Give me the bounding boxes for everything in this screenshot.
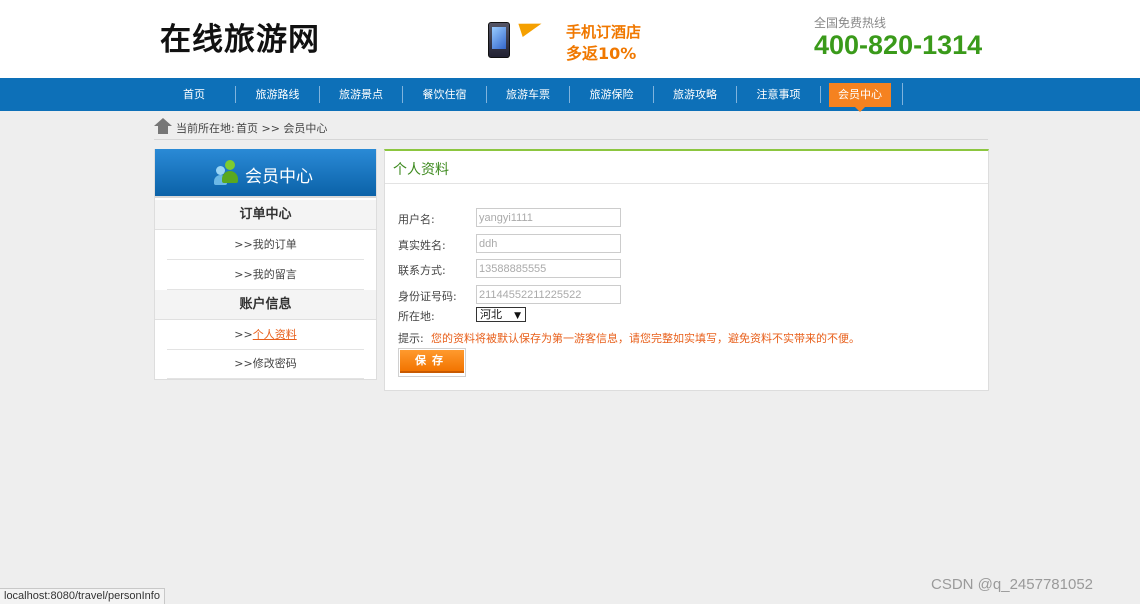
link-prefix: >>: [234, 268, 253, 281]
nav-item-insurance[interactable]: 旅游保险: [571, 78, 654, 111]
panel-title: 个人资料: [393, 162, 449, 178]
mobile-hotel-promo[interactable]: 手机订酒店 多返10%: [484, 16, 664, 64]
nav-item-travel-routes[interactable]: 旅游路线: [237, 78, 320, 111]
real-name-label: 真实姓名:: [398, 239, 446, 252]
status-bar-url: localhost:8080/travel/personInfo: [0, 588, 165, 604]
nav-item-member-center[interactable]: 会员中心: [829, 83, 903, 112]
personal-info-panel: 个人资料 用户名: 真实姓名: 联系方式: 身份证号码: 所在地: 河北 ▼ 提…: [384, 149, 989, 391]
contact-input[interactable]: [476, 259, 621, 278]
hotline-label: 全国免费热线: [814, 16, 887, 30]
promo-subline: 多返10%: [566, 44, 637, 63]
sidebar-link-my-orders[interactable]: >>我的订单: [167, 230, 364, 260]
tip-label: 提示:: [398, 332, 424, 345]
location-select[interactable]: 河北 ▼: [476, 307, 526, 322]
sidebar-header: 会员中心: [155, 149, 376, 198]
mobile-phone-icon: [488, 22, 510, 58]
sidebar-section-orders: 订单中心: [155, 200, 376, 230]
watermark: CSDN @q_2457781052: [931, 576, 1094, 593]
sidebar-link-change-password[interactable]: >>修改密码: [167, 349, 364, 379]
nav-item-dining-lodging[interactable]: 餐饮住宿: [404, 78, 487, 111]
id-number-label: 身份证号码:: [398, 290, 457, 303]
breadcrumb-label: 当前所在地:: [176, 122, 235, 135]
site-header: 在线旅游网 手机订酒店 多返10% 全国免费热线 400-820-1314: [0, 0, 1140, 78]
promo-headline: 手机订酒店: [566, 23, 642, 41]
sidebar-link-personal-info[interactable]: >>个人资料: [167, 320, 364, 350]
nav-item-guides[interactable]: 旅游攻略: [654, 78, 737, 111]
breadcrumb-trail[interactable]: 首页 >> 会员中心: [236, 120, 327, 136]
sidebar-link-label: 我的订单: [252, 238, 297, 251]
username-input[interactable]: [476, 208, 621, 227]
members-icon: [214, 160, 239, 186]
sidebar-title: 会员中心: [245, 167, 313, 187]
panel-header: 个人资料: [385, 151, 988, 184]
location-selected-value: 河北: [480, 308, 502, 321]
sidebar-link-my-messages[interactable]: >>我的留言: [167, 260, 364, 290]
member-sidebar: 会员中心 订单中心 >>我的订单 >>我的留言 账户信息 >>个人资料 >>修改…: [154, 149, 377, 380]
link-prefix: >>: [234, 357, 253, 370]
id-number-input[interactable]: [476, 285, 621, 304]
contact-label: 联系方式:: [398, 264, 446, 277]
link-prefix: >>: [234, 328, 253, 341]
site-logo[interactable]: 在线旅游网: [160, 14, 320, 59]
username-label: 用户名:: [398, 213, 435, 226]
link-prefix: >>: [234, 238, 253, 251]
nav-item-notices[interactable]: 注意事项: [738, 78, 821, 111]
save-button-label: 保存: [400, 350, 464, 373]
nav-item-tickets[interactable]: 旅游车票: [487, 78, 570, 111]
chevron-down-icon: ▼: [514, 311, 521, 321]
breadcrumb: 当前所在地: 首页 >> 会员中心: [154, 117, 988, 140]
main-nav: 首页 旅游路线 旅游景点 餐饮住宿 旅游车票 旅游保险 旅游攻略 注意事项 会员…: [0, 78, 1140, 112]
hotline-number: 400-820-1314: [814, 30, 983, 60]
home-icon: [154, 118, 172, 134]
sidebar-section-account: 账户信息: [155, 290, 376, 320]
sidebar-link-label: 个人资料: [252, 328, 297, 341]
sidebar-link-label: 我的留言: [252, 268, 297, 281]
nav-item-home[interactable]: 首页: [153, 78, 236, 111]
location-label: 所在地:: [398, 310, 435, 323]
tip-text: 您的资料将被默认保存为第一游客信息，请您完整如实填写，避免资料不实带来的不便。: [431, 332, 860, 345]
real-name-input[interactable]: [476, 234, 621, 253]
paper-plane-icon: [518, 16, 544, 38]
sidebar-link-label: 修改密码: [252, 357, 297, 370]
nav-item-attractions[interactable]: 旅游景点: [320, 78, 403, 111]
save-button[interactable]: 保存: [398, 348, 466, 377]
